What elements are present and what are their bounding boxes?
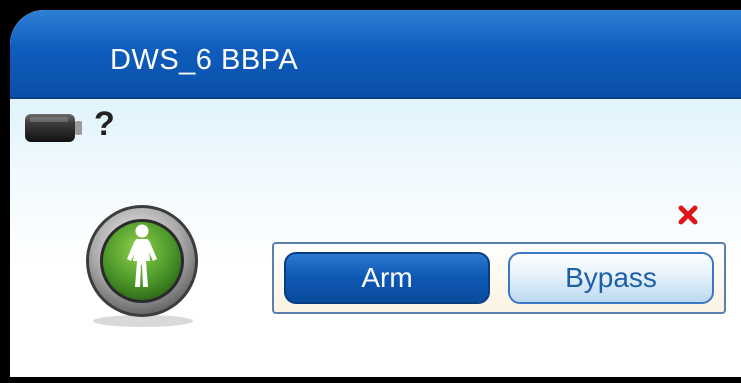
zone-panel: DWS_6 BBPA ? Arm Bypass — [10, 10, 741, 377]
battery-status-text: ? — [94, 105, 115, 143]
panel-header: DWS_6 BBPA — [10, 10, 741, 99]
arm-button[interactable]: Arm — [284, 252, 490, 304]
walking-person-icon — [86, 205, 198, 327]
close-x-icon[interactable] — [678, 205, 698, 225]
battery-icon — [25, 114, 82, 142]
panel-content: ? Arm Bypass — [10, 99, 741, 377]
arm-bypass-group: Arm Bypass — [272, 242, 726, 314]
window-frame: DWS_6 BBPA ? Arm Bypass — [0, 0, 741, 383]
zone-title: DWS_6 BBPA — [110, 44, 299, 76]
bypass-button[interactable]: Bypass — [508, 252, 714, 304]
